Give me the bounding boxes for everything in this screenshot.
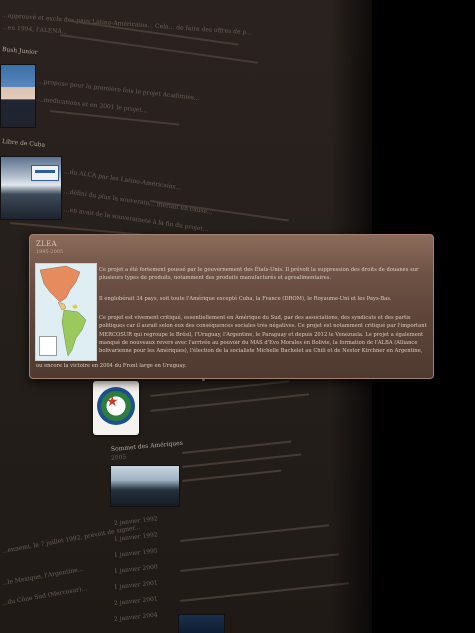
text-line bbox=[149, 380, 290, 397]
americas-map-image[interactable] bbox=[35, 263, 97, 361]
star-icon: ★ bbox=[106, 394, 119, 410]
top-text-line-2: ...en 1994, l'ALENA... bbox=[1, 24, 68, 36]
text-line bbox=[179, 582, 350, 602]
heading-bush: Bush Junior bbox=[1, 46, 38, 57]
text-line bbox=[59, 34, 259, 64]
text-line bbox=[149, 393, 310, 412]
summit-group-photo[interactable] bbox=[110, 465, 180, 507]
text-line bbox=[179, 524, 330, 542]
text-line bbox=[179, 553, 340, 572]
date-item: 1 janvier 2000 bbox=[113, 563, 159, 575]
popup-paragraph-1: Ce projet a été fortement poussé par le … bbox=[99, 267, 419, 282]
text-line bbox=[49, 110, 180, 126]
text-line bbox=[181, 469, 282, 482]
cuba-text-1: ...du ALCA par les Latino-Américains... bbox=[63, 168, 182, 192]
date-item: 2 janvier 2004 bbox=[113, 611, 159, 623]
popup-paragraph-2: Il englobérait 34 pays, soit toute l'Amé… bbox=[99, 296, 392, 302]
text-line bbox=[149, 200, 289, 222]
left-bottom-text-3: ...du Cône Sud (Mercosur)... bbox=[1, 585, 88, 607]
left-bottom-text-2: ...le Mexique, l'Argentine... bbox=[1, 565, 85, 587]
heading-cuba: Libre de Cuba bbox=[1, 138, 46, 149]
date-item: 1 janvier 2001 bbox=[113, 579, 159, 591]
date-item: 1 janvier 1995 bbox=[113, 547, 159, 559]
heading-sommet-year: 2005 bbox=[110, 453, 127, 462]
protest-photo[interactable] bbox=[0, 156, 62, 220]
popup-paragraph-3: Ce projet est vivement critiqué, essenti… bbox=[99, 315, 427, 355]
text-line bbox=[181, 453, 302, 468]
popup-paragraph-4: ou encore la victoire en 2004 du Front l… bbox=[36, 363, 187, 369]
popup-title: ZLEA bbox=[36, 240, 57, 248]
text-line bbox=[181, 440, 292, 454]
bush-photo[interactable] bbox=[0, 64, 36, 128]
heading-sommet: Sommet des Amériques bbox=[110, 439, 184, 453]
bottom-photo[interactable] bbox=[178, 614, 225, 633]
date-item: 2 janvier 2001 bbox=[113, 595, 159, 607]
protest-sign bbox=[31, 165, 59, 181]
alba-emblem[interactable]: ★ bbox=[93, 381, 139, 435]
event-popup[interactable]: ZLEA 1995-2005 Ce projet a été fortement… bbox=[29, 234, 434, 379]
map-legend bbox=[39, 336, 57, 356]
popup-years: 1995-2005 bbox=[36, 249, 64, 255]
